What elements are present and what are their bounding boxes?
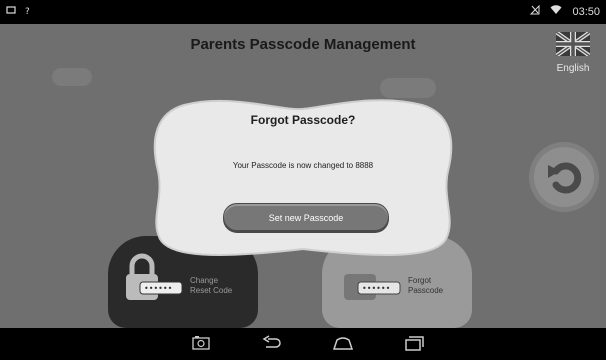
wifi-icon [550,5,562,18]
status-time: 03:50 [572,5,600,18]
card-label: Change [190,276,219,285]
uk-flag-icon [554,30,592,58]
svg-text:?: ? [25,7,30,15]
unknown-notification-icon: ? [24,5,32,18]
recents-icon[interactable] [404,335,424,356]
svg-text:••••••: •••••• [362,284,390,293]
system-nav-bar [0,328,606,360]
back-button[interactable] [534,147,594,207]
padlock-icon: •••••• [126,253,183,300]
page-title: Parents Passcode Management [190,36,416,53]
dialog-message: Your Passcode is now changed to 8888 [232,161,374,170]
padlock-icon: •••••• [344,274,401,300]
camera-icon[interactable] [192,335,210,356]
card-label: Forgot [408,276,432,285]
language-label: English [556,63,590,74]
status-bar: ? 03:50 [0,0,606,24]
set-new-passcode-button[interactable]: Set new Passcode [223,203,389,231]
language-selector[interactable]: English [548,30,598,74]
background-cloud [52,68,92,86]
screenshot-icon [6,5,16,18]
dialog-title: Forgot Passcode? [250,113,356,127]
forgot-passcode-dialog: Forgot Passcode? Your Passcode is now ch… [150,95,456,257]
card-label: Passcode [408,286,444,295]
svg-text:••••••: •••••• [144,284,172,293]
card-label: Reset Code [190,286,233,295]
back-icon[interactable] [262,335,282,356]
undo-arrow-icon [548,162,582,194]
signal-off-icon [530,4,540,18]
home-icon[interactable] [332,335,354,356]
